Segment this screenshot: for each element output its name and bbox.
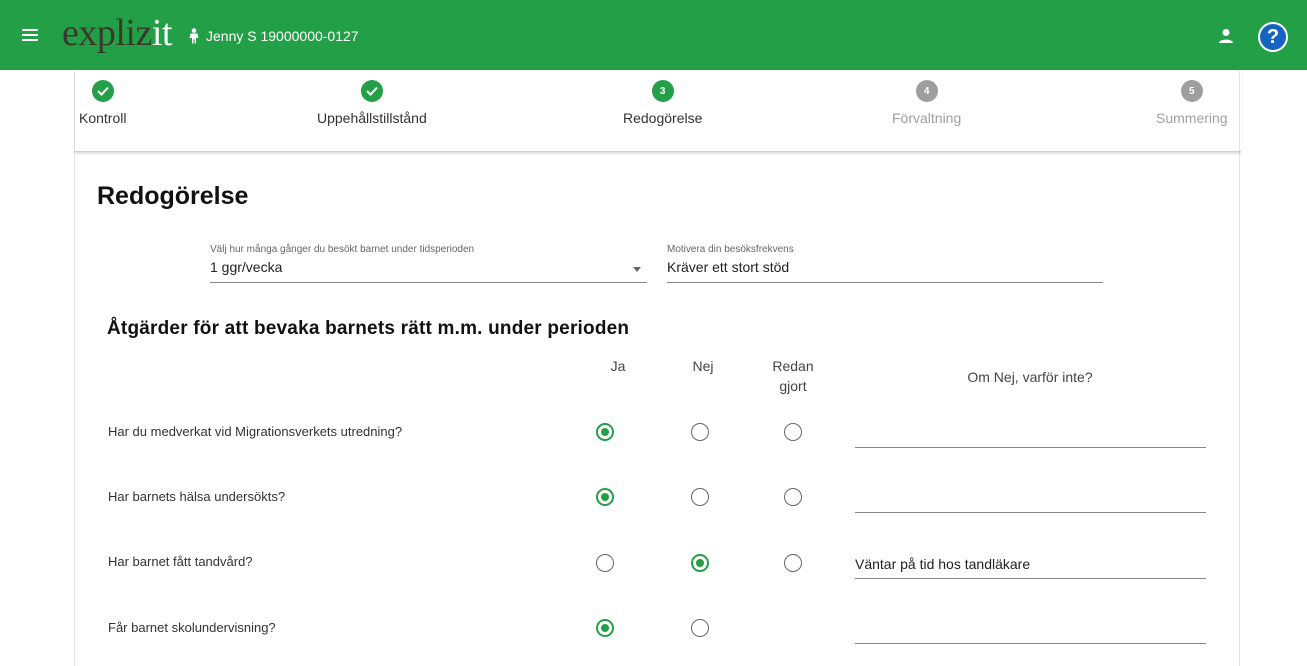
reason-input[interactable] [855,418,1206,448]
motivation-input[interactable]: Kräver ett stort stöd [667,259,1103,283]
step-label: Redogörelse [623,110,703,126]
radio-nej[interactable] [691,488,709,506]
top-app-bar: explizit Jenny S 19000000-0127 ? [0,0,1307,70]
brand-logo: explizit [62,12,172,54]
radio-ja[interactable] [596,488,614,506]
section-title: Åtgärder för att bevaka barnets rätt m.m… [107,318,630,339]
radio-nej[interactable] [691,619,709,637]
reason-input[interactable] [855,614,1206,644]
question-migrationsverket: Har du medverkat vid Migrationsverkets u… [108,424,403,439]
question-halsa: Har barnets hälsa undersökts? [108,489,286,504]
radio-ja[interactable] [596,619,614,637]
account-icon[interactable] [1218,28,1234,44]
stepper: Kontroll Uppehållstillstånd 3 Redogörels… [75,70,1241,152]
visit-frequency-text: 1 ggr/vecka [210,259,283,275]
radio-redan-gjort[interactable] [784,488,802,506]
question-skolundervisning: Får barnet skolundervisning? [108,620,276,635]
radio-redan-gjort[interactable] [784,554,802,572]
radio-redan-gjort[interactable] [784,423,802,441]
column-header-gjort: gjort [779,378,807,394]
form-card: Kontroll Uppehållstillstånd 3 Redogörels… [74,70,1241,666]
step-label: Uppehållstillstånd [317,110,427,126]
help-icon[interactable]: ? [1258,22,1288,52]
radio-ja[interactable] [596,554,614,572]
step-kontroll[interactable]: Kontroll [79,80,126,126]
step-uppehallstillstand[interactable]: Uppehållstillstånd [317,80,427,126]
check-icon [360,80,383,102]
radio-nej[interactable] [691,423,709,441]
visit-frequency-value[interactable]: 1 ggr/vecka [210,259,647,283]
step-number-badge: 3 [651,80,674,102]
column-header-reason: Om Nej, varför inte? [967,369,1093,385]
check-icon [91,80,114,102]
step-label: Kontroll [79,110,127,126]
column-header-redan: Redan [772,358,814,374]
visit-frequency-label: Välj hur många gånger du besökt barnet u… [210,244,475,255]
column-header-nej: Nej [692,358,714,374]
motivation-field[interactable]: Motivera din besöksfrekvens Kräver ett s… [667,244,1103,283]
step-summering[interactable]: 5 Summering [1156,80,1228,126]
dropdown-arrow-icon[interactable] [633,267,641,272]
current-child[interactable]: Jenny S 19000000-0127 [188,28,359,44]
motivation-label: Motivera din besöksfrekvens [667,244,794,255]
step-redogorelse[interactable]: 3 Redogörelse [623,80,702,126]
step-forvaltning[interactable]: 4 Förvaltning [892,80,961,126]
visit-frequency-select[interactable]: Välj hur många gånger du besökt barnet u… [210,244,647,283]
page-title: Redogörelse [97,182,249,210]
step-label: Förvaltning [892,110,962,126]
menu-icon[interactable] [22,27,42,43]
step-label: Summering [1156,110,1228,126]
column-header-ja: Ja [610,358,626,374]
column-header-redan-gjort: Redan gjort [757,358,829,394]
radio-ja[interactable] [596,423,614,441]
child-icon [189,28,199,44]
step-number-badge: 5 [1180,80,1203,102]
reason-input[interactable]: Väntar på tid hos tandläkare [855,549,1206,579]
reason-input[interactable] [855,483,1206,513]
user-label: Jenny S 19000000-0127 [206,28,359,44]
radio-nej[interactable] [691,554,709,572]
step-number-badge: 4 [915,80,938,102]
question-tandvard: Har barnet fått tandvård? [108,554,253,569]
